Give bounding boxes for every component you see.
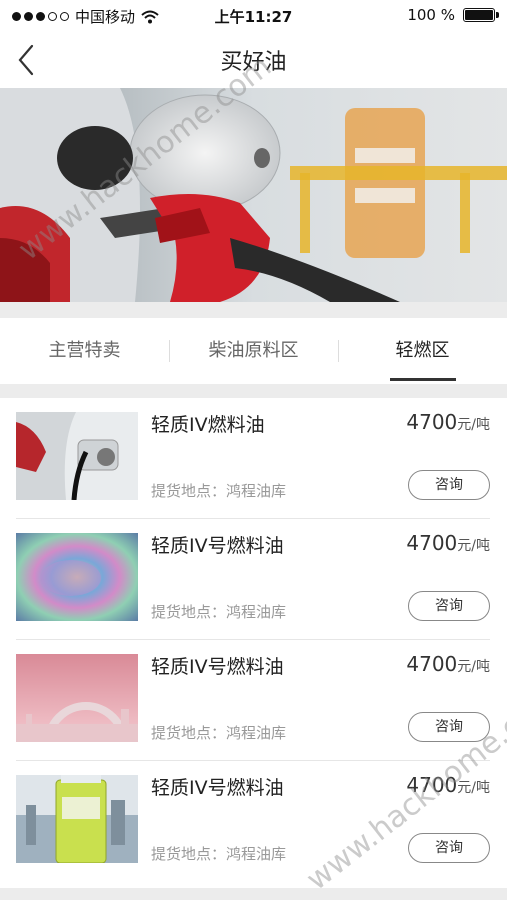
price-unit: 元/吨: [457, 659, 490, 675]
product-name: 轻质IV号燃料油: [151, 656, 284, 678]
product-name: 轻质IV号燃料油: [151, 777, 284, 799]
product-price: 4700元/吨: [406, 410, 490, 434]
list-item[interactable]: 轻质IV号燃料油 4700元/吨 提货地点：鸿程油库 咨询: [16, 640, 490, 761]
consult-button[interactable]: 咨询: [408, 833, 490, 863]
category-tabs: 主营特卖 柴油原料区 轻燃区: [0, 318, 507, 384]
product-list: 轻质IV燃料油 4700元/吨 提货地点：鸿程油库 咨询 轻质IV号燃料油 47…: [0, 398, 507, 888]
active-tab-indicator: [389, 378, 456, 381]
fuel-nozzle-illustration: [0, 88, 507, 302]
status-bar: 中国移动 上午11:27 100 %: [0, 0, 507, 30]
list-item[interactable]: 轻质IV号燃料油 4700元/吨 提货地点：鸿程油库 咨询: [16, 761, 490, 882]
battery-icon: [463, 8, 499, 22]
product-name: 轻质IV号燃料油: [151, 535, 284, 557]
product-price: 4700元/吨: [406, 531, 490, 555]
consult-button[interactable]: 咨询: [408, 591, 490, 621]
nav-bar: 买好油: [0, 30, 507, 88]
product-name: 轻质IV燃料油: [151, 414, 265, 436]
product-price: 4700元/吨: [406, 773, 490, 797]
oil-sheen-photo-icon: [16, 533, 138, 621]
tab-label: 柴油原料区: [208, 340, 299, 361]
price-value: 4700: [406, 652, 458, 676]
tab-label: 主营特卖: [48, 340, 121, 361]
pickup-location: 提货地点：鸿程油库: [151, 603, 287, 621]
banner-image[interactable]: [0, 88, 507, 302]
consult-button[interactable]: 咨询: [408, 712, 490, 742]
pickup-location: 提货地点：鸿程油库: [151, 845, 287, 863]
page-title: 买好油: [220, 50, 287, 75]
price-unit: 元/吨: [457, 538, 490, 554]
battery-percent: 100 %: [407, 6, 455, 24]
tab-light-fuel[interactable]: 轻燃区: [338, 318, 507, 384]
tab-diesel-materials[interactable]: 柴油原料区: [169, 318, 338, 384]
product-thumbnail: [16, 412, 138, 500]
status-right: 100 %: [407, 6, 499, 24]
price-value: 4700: [406, 531, 458, 555]
price-value: 4700: [406, 410, 458, 434]
price-unit: 元/吨: [457, 417, 490, 433]
list-item[interactable]: 轻质IV号燃料油 4700元/吨 提货地点：鸿程油库 咨询: [16, 519, 490, 640]
price-value: 4700: [406, 773, 458, 797]
car-charging-photo-icon: [16, 412, 138, 500]
oil-bottle-photo-icon: [16, 775, 138, 863]
product-price: 4700元/吨: [406, 652, 490, 676]
price-unit: 元/吨: [457, 780, 490, 796]
product-thumbnail: [16, 654, 138, 742]
pickup-location: 提货地点：鸿程油库: [151, 482, 287, 500]
tab-label: 轻燃区: [395, 340, 450, 361]
product-thumbnail: [16, 533, 138, 621]
consult-button[interactable]: 咨询: [408, 470, 490, 500]
tab-main-sale[interactable]: 主营特卖: [0, 318, 169, 384]
pickup-location: 提货地点：鸿程油库: [151, 724, 287, 742]
list-item[interactable]: 轻质IV燃料油 4700元/吨 提货地点：鸿程油库 咨询: [16, 398, 490, 519]
industrial-skyline-photo-icon: [16, 654, 138, 742]
product-thumbnail: [16, 775, 138, 863]
